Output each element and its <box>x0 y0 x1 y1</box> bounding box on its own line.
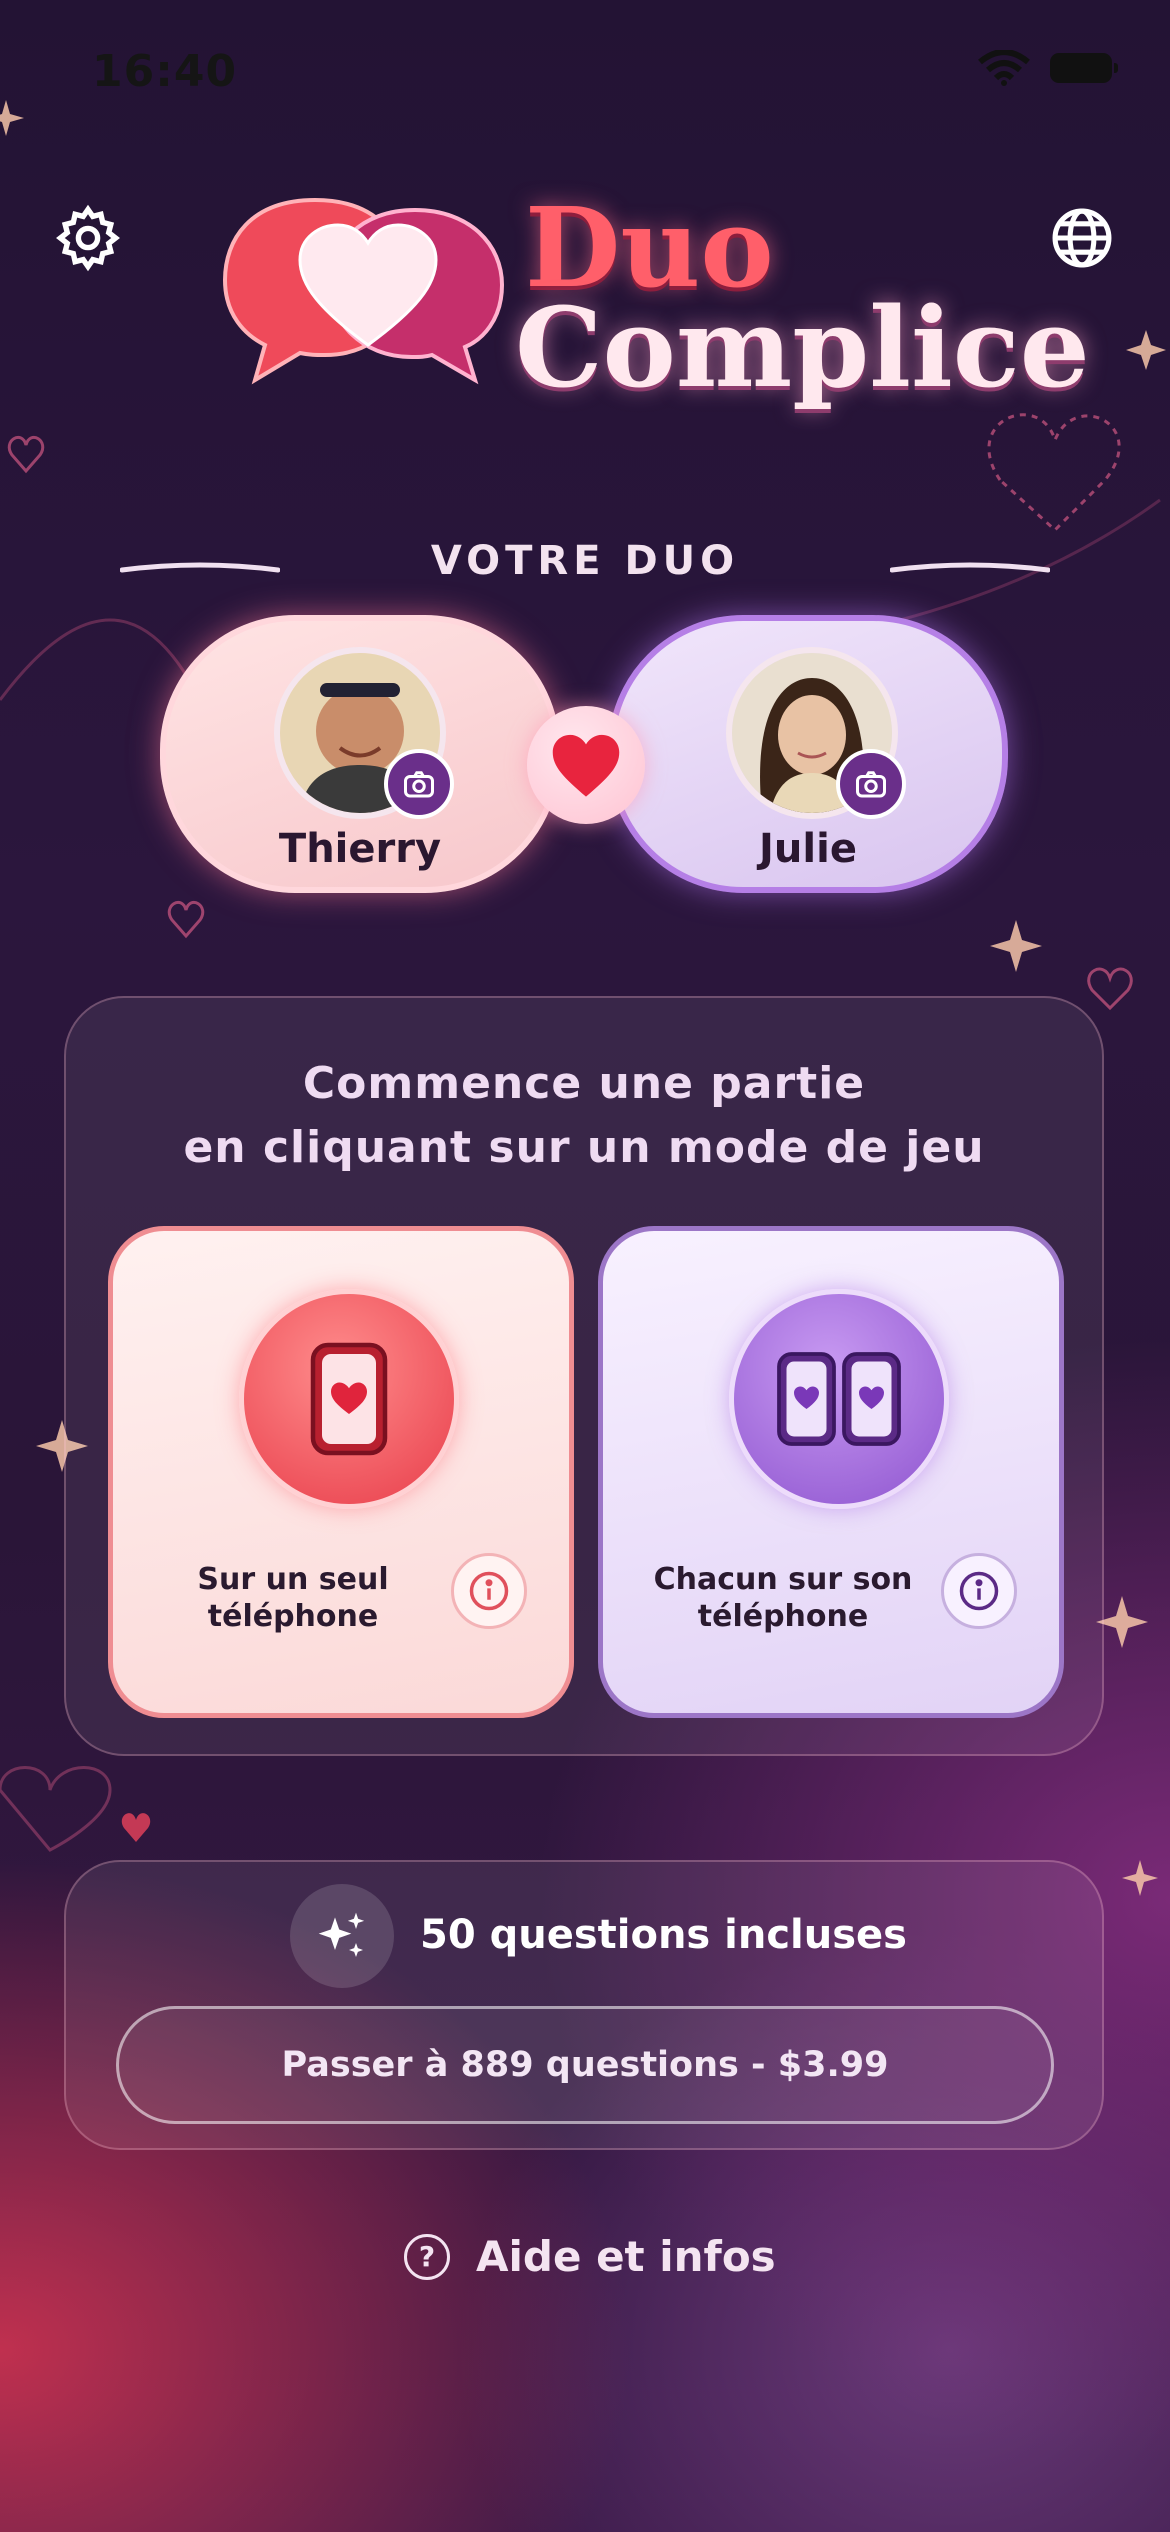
single-phone-label-line1: Sur un seul <box>197 1562 389 1597</box>
game-mode-title-line1: Commence une partie <box>302 1058 866 1109</box>
logo-wordmark: Duo Complice <box>515 193 1090 403</box>
each-phone-label-line2: téléphone <box>697 1599 869 1634</box>
sparkles-icon <box>318 1912 365 1957</box>
status-time: 16:40 <box>92 46 238 97</box>
sparkles-badge <box>290 1884 394 1988</box>
single-phone-mode-card[interactable]: Sur un seul téléphone <box>108 1226 574 1718</box>
each-phone-mode-icon <box>729 1289 949 1509</box>
game-mode-title-line2: en cliquant sur un mode de jeu <box>183 1122 985 1173</box>
single-phone-mode-label: Sur un seul téléphone <box>133 1561 453 1635</box>
info-icon <box>959 1571 999 1611</box>
player2-camera-button[interactable] <box>836 749 906 819</box>
info-icon <box>469 1571 509 1611</box>
player1-card[interactable]: Thierry <box>160 615 560 893</box>
duo-section-title: VOTRE DUO <box>430 538 740 584</box>
single-phone-label-line2: téléphone <box>207 1599 379 1634</box>
player2-name: Julie <box>759 826 857 872</box>
heart-icon <box>552 734 620 797</box>
battery-icon <box>1050 53 1118 83</box>
help-icon: ? <box>404 2233 450 2280</box>
gear-icon <box>56 204 120 272</box>
each-phone-label-line1: Chacun sur son <box>653 1562 913 1597</box>
help-label: Aide et infos <box>476 2232 776 2281</box>
app-logo: Duo Complice <box>220 185 1090 415</box>
camera-icon <box>856 771 886 798</box>
each-phone-mode-label: Chacun sur son téléphone <box>623 1561 943 1635</box>
player1-name: Thierry <box>278 826 442 872</box>
help-link[interactable]: ? Aide et infos <box>404 2232 776 2281</box>
duo-heart-badge <box>527 706 645 824</box>
logo-word-complice: Complice <box>515 283 1090 412</box>
single-phone-mode-icon <box>239 1289 459 1509</box>
camera-icon <box>404 771 434 798</box>
player2-card[interactable]: Julie <box>608 615 1008 893</box>
wifi-icon <box>978 50 1030 86</box>
game-mode-title: Commence une partie en cliquant sur un m… <box>64 1052 1104 1180</box>
settings-button[interactable] <box>46 196 130 280</box>
single-phone-info-button[interactable] <box>451 1553 527 1629</box>
chat-hearts-icon <box>222 197 505 385</box>
status-icons <box>978 50 1118 86</box>
each-phone-info-button[interactable] <box>941 1553 1017 1629</box>
two-phones-heart-icon <box>777 1352 901 1446</box>
phone-heart-icon <box>310 1342 388 1456</box>
player1-camera-button[interactable] <box>384 749 454 819</box>
upgrade-button[interactable]: Passer à 889 questions - $3.99 <box>116 2006 1054 2124</box>
each-phone-mode-card[interactable]: Chacun sur son téléphone <box>598 1226 1064 1718</box>
included-questions-text: 50 questions incluses <box>420 1912 907 1958</box>
